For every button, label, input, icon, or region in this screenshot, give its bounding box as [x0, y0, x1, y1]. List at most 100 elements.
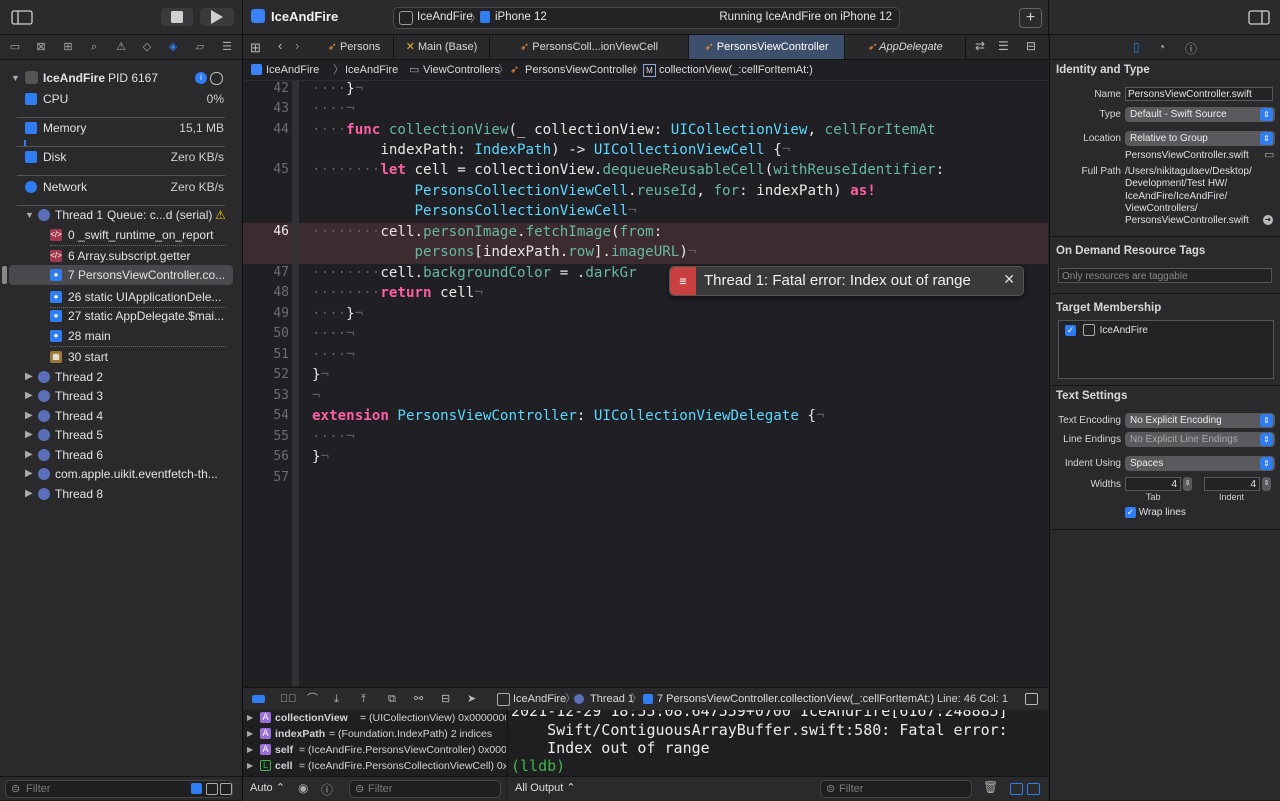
frame-row-selected[interactable]: ● 7 PersonsViewController.co...	[9, 265, 233, 285]
memory-graph-icon[interactable]: ⚯	[414, 688, 423, 710]
tab-main-base[interactable]: ✕ Main (Base)	[394, 35, 490, 59]
back-icon[interactable]: ‹	[278, 38, 282, 53]
print-description-icon[interactable]: ⓘ	[321, 781, 333, 798]
line-endings-popup[interactable]: No Explicit Line Endings ⇕	[1125, 432, 1275, 447]
filter-crashed-icon[interactable]	[191, 783, 202, 794]
frame-row[interactable]: </> 6 Array.subscript.getter	[0, 246, 242, 266]
thread-row[interactable]: ▶ Thread 2	[0, 367, 242, 387]
debug-crumb-frame[interactable]: 7 PersonsViewController.collectionView(_…	[657, 688, 934, 710]
folder-icon[interactable]: ▭	[1264, 148, 1274, 161]
run-button[interactable]	[200, 8, 234, 26]
jump-folder[interactable]: ViewControllers	[423, 60, 500, 80]
grid-icon[interactable]: ⊞	[250, 40, 261, 56]
code-area[interactable]: 42 43 44 45 46 47 48 49 50 51 52 53 54 5…	[243, 81, 1048, 686]
close-icon[interactable]: ✕	[1003, 271, 1015, 288]
target-row[interactable]: ✓ IceAndFire	[1065, 324, 1148, 336]
warning-icon[interactable]: ⚠	[114, 40, 128, 54]
filter-hide-icon[interactable]	[220, 783, 232, 795]
location-icon[interactable]: ➤	[467, 688, 476, 710]
frame-row[interactable]: ● 28 main	[0, 326, 242, 346]
wrap-lines-checkbox[interactable]: ✓ Wrap lines	[1125, 507, 1186, 518]
jump-file[interactable]: PersonsViewController	[525, 60, 637, 80]
file-inspector-icon[interactable]: ▯	[1133, 40, 1140, 54]
inspector-toggle-button[interactable]	[1247, 8, 1271, 26]
forward-icon[interactable]: ›	[295, 38, 299, 53]
breakpoints-toggle-icon[interactable]	[252, 695, 265, 703]
related-items-icon[interactable]: ⇄	[975, 39, 985, 53]
filter-running-icon[interactable]	[206, 783, 218, 795]
name-field[interactable]: PersonsViewController.swift	[1125, 87, 1273, 101]
thread-1-row[interactable]: ▼ Thread 1 Queue: c...d (serial) ⚠	[0, 205, 242, 225]
step-out-icon[interactable]: ⤒	[361, 688, 366, 710]
odr-tags-field[interactable]: Only resources are taggable	[1058, 268, 1272, 283]
add-library-button[interactable]: +	[1019, 8, 1042, 28]
indent-using-popup[interactable]: Spaces ⇕	[1125, 456, 1275, 471]
device-name[interactable]: iPhone 12	[495, 11, 547, 23]
thread-row[interactable]: ▶ Thread 4	[0, 406, 242, 426]
split-editor-icon[interactable]: ⊟	[1026, 39, 1036, 53]
symbol-icon[interactable]: ⊞	[61, 40, 75, 54]
quick-look-icon[interactable]: ◉	[298, 781, 308, 795]
location-popup[interactable]: Relative to Group ⇕	[1125, 131, 1275, 146]
view-hierarchy-icon[interactable]: ⧉	[388, 688, 396, 710]
debug-crumb-app[interactable]: IceAndFire	[513, 688, 566, 710]
hide-debug-area-icon[interactable]	[1025, 693, 1038, 705]
tab-width-field[interactable]: 4	[1125, 477, 1181, 491]
show-variables-icon[interactable]	[1010, 783, 1023, 795]
process-row[interactable]: ▼ IceAndFire PID 6167 i	[0, 68, 242, 88]
tab-width-stepper[interactable]: ⇕	[1183, 477, 1192, 491]
jump-project[interactable]: IceAndFire	[266, 60, 319, 80]
frame-row[interactable]: </> 0 _swift_runtime_on_report	[0, 225, 242, 245]
step-into-icon[interactable]: ⤓	[334, 688, 339, 710]
scheme-name[interactable]: IceAndFire	[417, 11, 473, 23]
output-selector[interactable]: All Output ⌃	[515, 781, 576, 794]
thread-row[interactable]: ▶ com.apple.uikit.eventfetch-th...	[0, 464, 242, 484]
frame-row[interactable]: ● 26 static UIApplicationDele...	[0, 287, 242, 307]
show-console-icon[interactable]	[1027, 783, 1040, 795]
auto-scope-selector[interactable]: Auto ⌃	[250, 781, 285, 794]
scheme-activity-bar[interactable]: IceAndFire 〉 iPhone 12 Running IceAndFir…	[393, 7, 900, 29]
variable-row[interactable]: ▶ A indexPath = (Foundation.IndexPath) 2…	[243, 726, 506, 742]
gauge-cpu[interactable]: CPU 0%	[0, 89, 242, 109]
debug-crumb-thread[interactable]: Thread 1	[590, 688, 634, 710]
folder-icon[interactable]: ▭	[8, 40, 22, 54]
test-icon[interactable]: ◇	[140, 40, 154, 54]
report-icon[interactable]: ☰	[220, 40, 234, 54]
variable-row[interactable]: ▶ A self = (IceAndFire.PersonsViewContro…	[243, 742, 506, 758]
debug-icon[interactable]: ◈	[166, 40, 180, 54]
thread-row[interactable]: ▶ Thread 3	[0, 386, 242, 406]
find-icon[interactable]: ⌕	[87, 40, 101, 54]
checkbox-checked-icon[interactable]: ✓	[1065, 324, 1076, 336]
indent-width-field[interactable]: 4	[1204, 477, 1260, 491]
tab-persons[interactable]: ➶ Persons	[315, 35, 394, 59]
thread-row[interactable]: ▶ Thread 5	[0, 425, 242, 445]
gauge-disk[interactable]: Disk Zero KB/s	[0, 147, 242, 167]
gauge-memory[interactable]: Memory 15,1 MB	[0, 118, 242, 138]
variable-row[interactable]: ▶ A collectionView = (UICollectionView) …	[243, 710, 506, 726]
console-output[interactable]: 2021-12-29 18:55:08.647559+0700 IceAndFi…	[507, 710, 1049, 776]
jump-method[interactable]: collectionView(_:cellForItemAt:)	[659, 60, 813, 80]
stop-button[interactable]	[161, 8, 193, 26]
variable-row[interactable]: ▶ L cell = (IceAndFire.PersonsCollection…	[243, 758, 506, 774]
thread-row[interactable]: ▶ Thread 6	[0, 445, 242, 465]
sidebar-toggle-button[interactable]	[8, 8, 36, 26]
indent-width-stepper[interactable]: ⇕	[1262, 477, 1271, 491]
history-icon[interactable]: ◔	[1158, 40, 1165, 54]
error-annotation[interactable]: ≡ Thread 1: Fatal error: Index out of ra…	[669, 266, 1024, 296]
thread-row[interactable]: ▶ Thread 8	[0, 484, 242, 504]
trash-icon[interactable]: 🗑	[983, 780, 998, 794]
console-filter-input[interactable]: ⊜ Filter	[820, 780, 972, 798]
encoding-popup[interactable]: No Explicit Encoding ⇕	[1125, 413, 1275, 428]
reveal-arrow-icon[interactable]: ➜	[1263, 215, 1273, 225]
tab-persons-cell[interactable]: ➶ PersonsColl...ionViewCell	[490, 35, 689, 59]
frame-row[interactable]: ▦ 30 start	[0, 347, 242, 367]
navigator-filter-input[interactable]: ⊜ Filter	[5, 780, 233, 798]
variables-filter-input[interactable]: ⊜ Filter	[349, 780, 501, 798]
help-icon[interactable]: ⓘ	[1185, 40, 1197, 57]
pause-process-icon[interactable]	[210, 72, 223, 85]
info-icon[interactable]: i	[195, 72, 207, 84]
tab-persons-view-controller[interactable]: ➶ PersonsViewController	[689, 35, 845, 59]
breakpoint-icon[interactable]: ▱	[193, 40, 207, 54]
continue-icon[interactable]: ▷⃒	[280, 688, 297, 710]
step-over-icon[interactable]: ⌒	[307, 688, 318, 710]
